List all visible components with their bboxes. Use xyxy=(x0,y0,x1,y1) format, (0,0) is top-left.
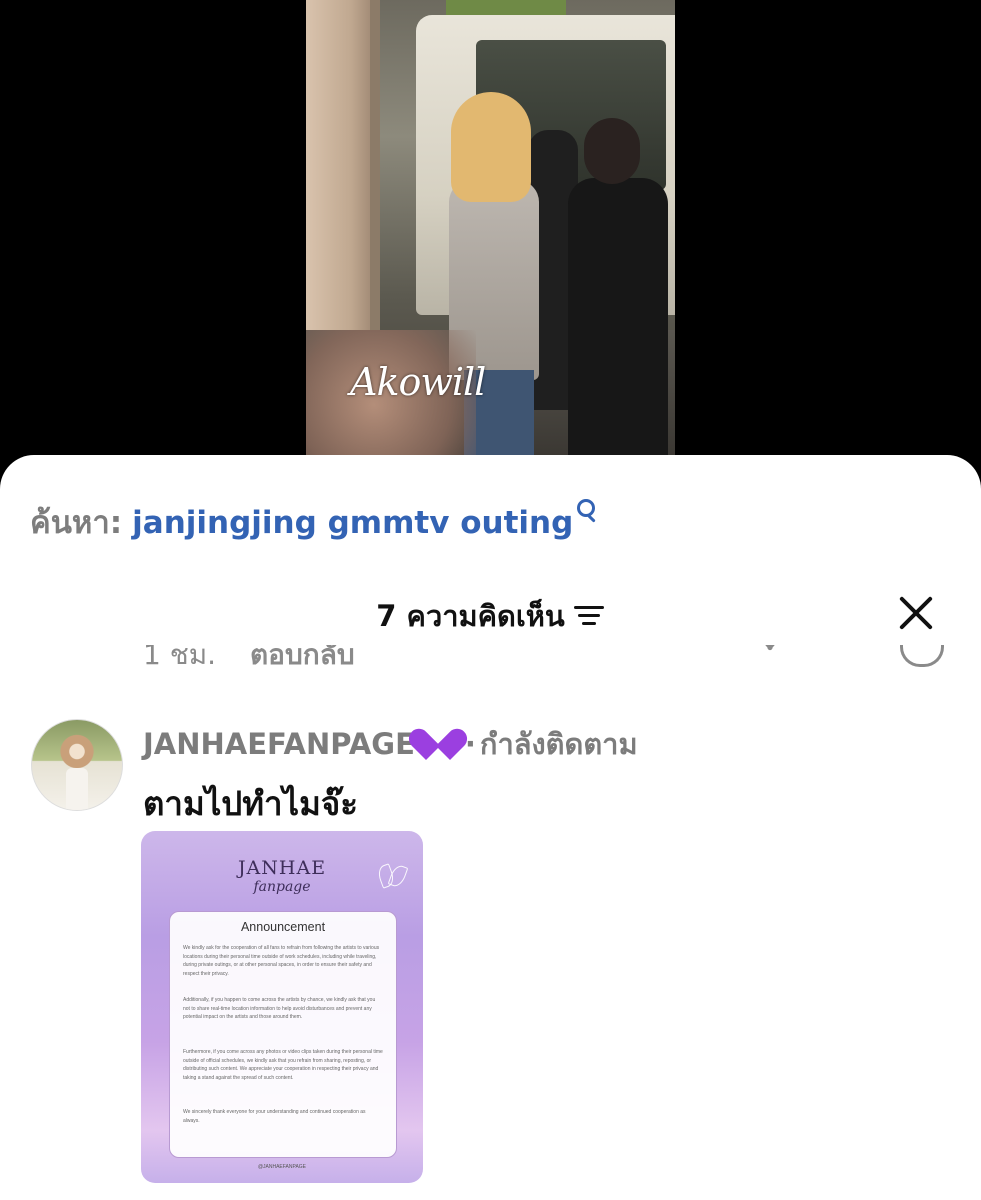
attachment-footer: @JANHAEFANPAGE xyxy=(257,1164,307,1170)
announcement-paragraph: Furthermore, if you come across any phot… xyxy=(183,1049,383,1081)
search-query-link[interactable]: janjingjing gmmtv outing xyxy=(132,505,573,541)
comments-sheet: ค้นหา: janjingjing gmmtv outing 7 ความคิด… xyxy=(0,455,981,1200)
purple-heart-icon xyxy=(404,724,472,760)
close-icon[interactable] xyxy=(896,593,936,633)
comments-count-title: 7 ความคิดเห็น xyxy=(376,599,565,633)
announcement-card: Announcement We kindly ask for the coope… xyxy=(169,911,397,1158)
video-person-man-body xyxy=(568,178,668,455)
announcement-paragraph: We sincerely thank everyone for your und… xyxy=(183,1109,366,1124)
announcement-paragraph: We kindly ask for the cooperation of all… xyxy=(183,945,380,977)
attachment-logo-main: JANHAE xyxy=(237,857,327,879)
avatar[interactable] xyxy=(31,719,123,811)
follow-status[interactable]: กำลังติดตาม xyxy=(480,727,638,761)
search-icon[interactable] xyxy=(575,499,599,523)
video-player[interactable]: Akowill xyxy=(0,0,981,470)
search-suggestion[interactable]: ค้นหา: janjingjing gmmtv outing xyxy=(30,497,599,547)
previous-comment-time: 1 ชม. xyxy=(143,645,217,671)
video-person-woman-hair xyxy=(451,92,531,202)
sort-icon[interactable] xyxy=(573,605,605,627)
video-watermark: Akowill xyxy=(350,360,486,404)
announcement-title: Announcement xyxy=(240,920,326,934)
video-person-man-head xyxy=(584,118,640,184)
search-prefix: ค้นหา: xyxy=(30,505,123,541)
comment-attached-image[interactable]: JANHAE fanpage Announcement We kindly as… xyxy=(141,831,423,1183)
previous-comment-actions: 1 ชม. ตอบกลับ xyxy=(0,645,981,685)
like-icon[interactable] xyxy=(750,645,790,663)
announcement-paragraph: Additionally, if you happen to come acro… xyxy=(183,997,376,1020)
separator-dot: · xyxy=(464,727,476,761)
comment-header: JANHAEFANPAGE · กำลังติดตาม xyxy=(143,721,638,767)
comment-text: ตามไปทำไมจ๊ะ xyxy=(143,784,358,823)
dislike-icon[interactable] xyxy=(900,645,944,667)
video-frame[interactable]: Akowill xyxy=(306,0,675,455)
comment-username[interactable]: JANHAEFANPAGE xyxy=(143,727,415,761)
attachment-logo-sub: fanpage xyxy=(253,879,311,895)
comments-header: 7 ความคิดเห็น xyxy=(0,593,981,639)
previous-comment-reply-button[interactable]: ตอบกลับ xyxy=(250,645,355,677)
